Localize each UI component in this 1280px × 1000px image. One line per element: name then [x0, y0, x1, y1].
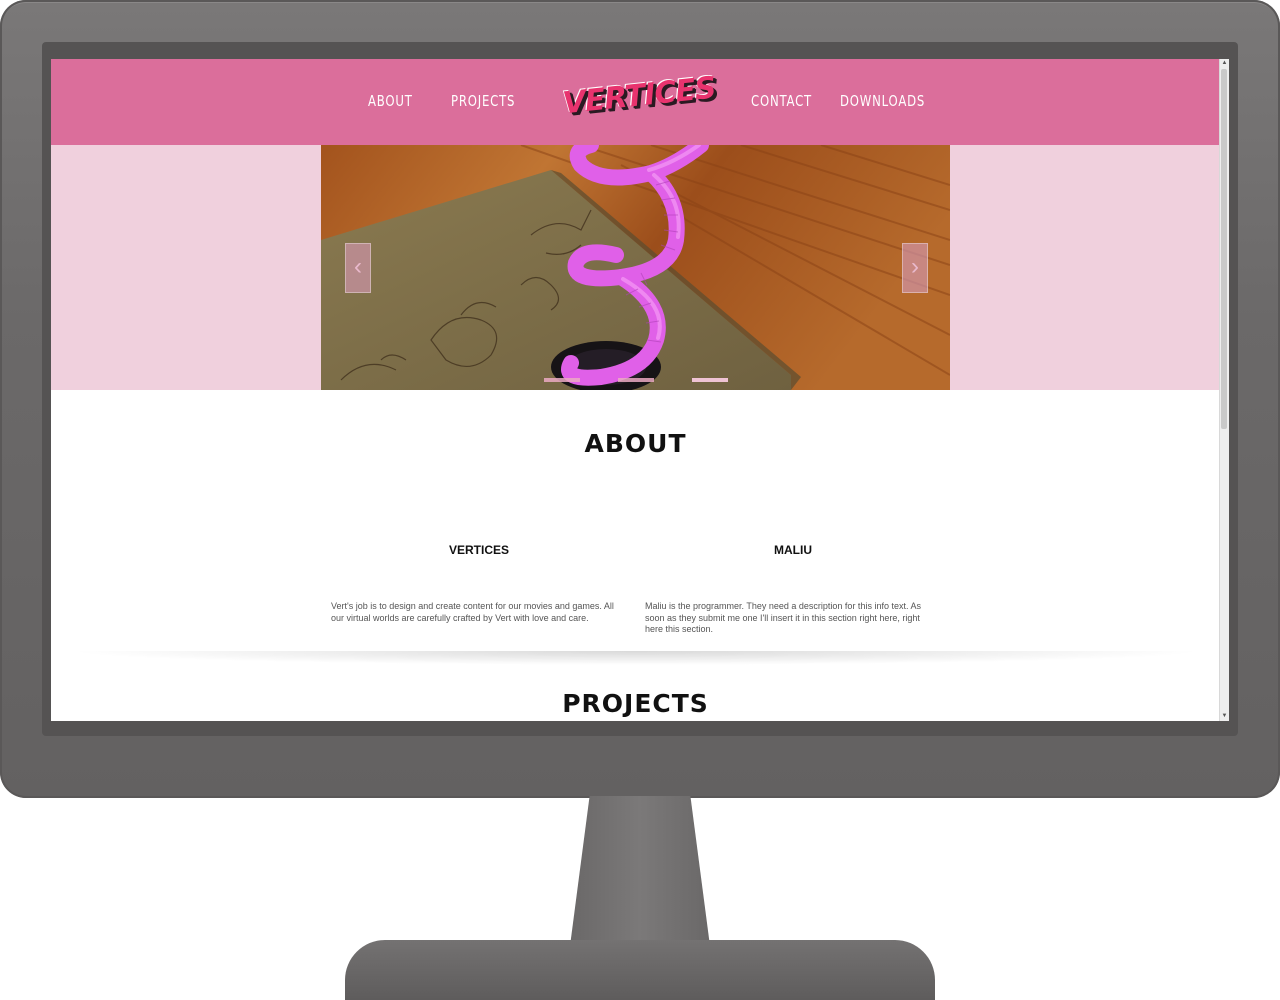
- hero-carousel: ‹ ›: [51, 145, 1220, 390]
- nav-link-downloads[interactable]: DOWNLOADS: [840, 92, 925, 110]
- page-scrollbar[interactable]: ▲ ▼: [1219, 59, 1229, 721]
- carousel-slide-image: [321, 145, 950, 390]
- monitor-base: [345, 940, 935, 1000]
- nav-link-contact[interactable]: CONTACT: [751, 92, 812, 110]
- about-heading: ABOUT: [584, 429, 687, 458]
- nav-link-about[interactable]: ABOUT: [368, 92, 413, 110]
- carousel-indicator-3[interactable]: [692, 378, 728, 382]
- member-name-maliu: MALIU: [774, 543, 812, 557]
- monitor-neck: [570, 796, 710, 946]
- web-page: ABOUT PROJECTS VERTICES CONTACT DOWNLOAD…: [51, 59, 1220, 721]
- scroll-up-arrow-icon[interactable]: ▲: [1220, 59, 1229, 68]
- nav-link-projects[interactable]: PROJECTS: [451, 92, 515, 110]
- scroll-down-arrow-icon[interactable]: ▼: [1220, 712, 1229, 721]
- monitor-screen: ABOUT PROJECTS VERTICES CONTACT DOWNLOAD…: [51, 59, 1229, 721]
- member-name-vertices: VERTICES: [448, 543, 509, 557]
- projects-heading: PROJECTS: [562, 689, 709, 718]
- vertices-logo[interactable]: VERTICES: [561, 70, 718, 131]
- logo-text: VERTICES: [561, 70, 718, 122]
- carousel-indicator-1[interactable]: [544, 378, 580, 382]
- carousel-indicator-2[interactable]: [618, 378, 654, 382]
- carousel-prev-button[interactable]: ‹: [345, 243, 371, 293]
- slide-scene: [321, 145, 950, 390]
- section-divider: [66, 651, 1206, 665]
- member-desc-vertices: Vert's job is to design and create conte…: [331, 601, 614, 623]
- member-desc-maliu: Maliu is the programmer. They need a des…: [645, 601, 921, 634]
- navbar: ABOUT PROJECTS VERTICES CONTACT DOWNLOAD…: [51, 59, 1220, 145]
- scrollbar-thumb[interactable]: [1221, 69, 1227, 429]
- carousel-next-button[interactable]: ›: [902, 243, 928, 293]
